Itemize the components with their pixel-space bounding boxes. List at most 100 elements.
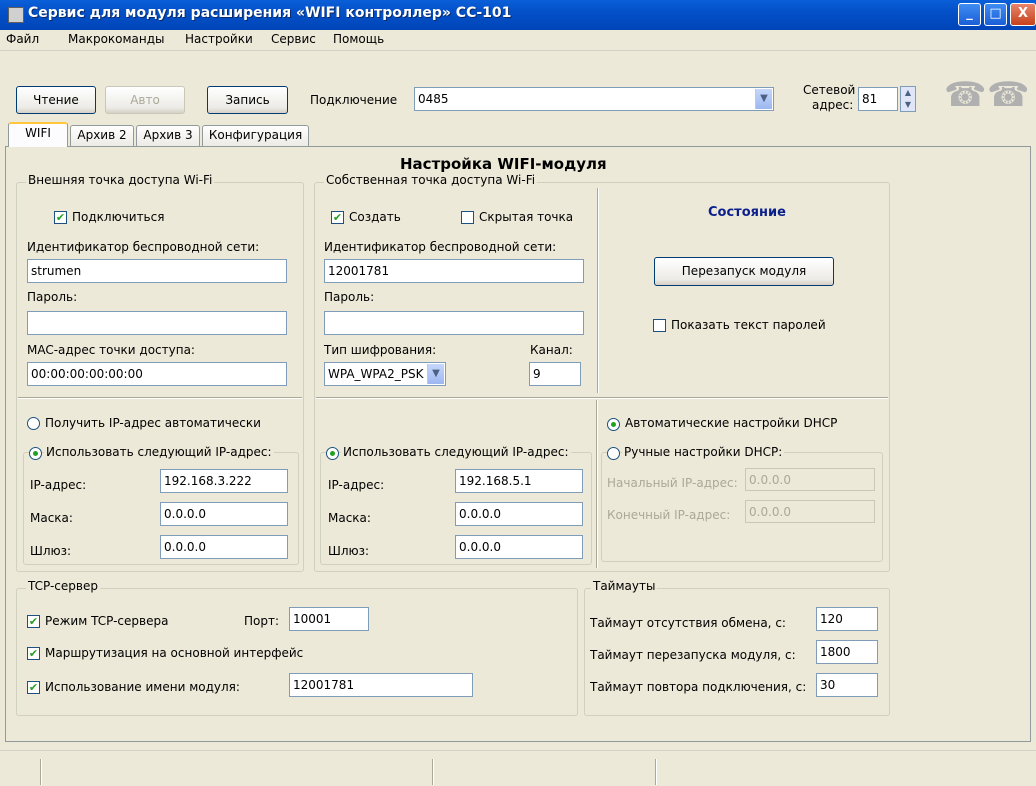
- exchange-timeout-input[interactable]: 120: [816, 607, 878, 631]
- ip-manual-label: Использовать следующий IP-адрес:: [44, 445, 274, 459]
- mac-input[interactable]: 00:00:00:00:00:00: [27, 362, 287, 386]
- phone-icon-2: ☎: [987, 75, 1030, 115]
- module-name-input[interactable]: 12001781: [289, 673, 473, 697]
- auto-button[interactable]: Авто: [105, 86, 185, 114]
- menu-file[interactable]: Файл: [6, 32, 39, 46]
- dhcp-auto-radio[interactable]: [607, 418, 620, 431]
- net-address-label-2: адрес:: [812, 98, 854, 112]
- menu-service[interactable]: Сервис: [271, 32, 316, 46]
- port-label: Порт:: [244, 614, 280, 628]
- ip-auto-label: Получить IP-адрес автоматически: [45, 416, 261, 430]
- tab-archive-2[interactable]: Архив 2: [70, 125, 134, 146]
- status-separator: [40, 759, 42, 785]
- own-ssid-label: Идентификатор беспроводной сети:: [324, 240, 557, 254]
- phone-icon: ☎: [944, 75, 987, 115]
- dhcp-start-label: Начальный IP-адрес:: [607, 476, 738, 490]
- separator: [18, 397, 302, 399]
- restart-timeout-input[interactable]: 1800: [816, 640, 878, 664]
- status-bar: [0, 750, 1036, 786]
- hidden-label: Скрытая точка: [479, 210, 574, 224]
- ext-mask-input[interactable]: 0.0.0.0: [160, 502, 288, 526]
- maximize-button[interactable]: □: [984, 3, 1007, 26]
- status-button[interactable]: Состояние: [708, 205, 786, 220]
- encryption-value: WPA_WPA2_PSK: [328, 367, 424, 381]
- read-button[interactable]: Чтение: [16, 86, 96, 114]
- own-password-label: Пароль:: [324, 290, 375, 304]
- restart-module-button[interactable]: Перезапуск модуля: [654, 257, 834, 286]
- ext-gateway-input[interactable]: 0.0.0.0: [160, 535, 288, 559]
- minimize-button[interactable]: _: [958, 3, 981, 26]
- chevron-down-icon[interactable]: ▼: [427, 364, 444, 384]
- window-title: Сервис для модуля расширения «WIFI контр…: [28, 5, 512, 21]
- create-checkbox[interactable]: ✔: [331, 211, 344, 224]
- dhcp-manual-label: Ручные настройки DHCP:: [622, 445, 785, 459]
- own-ip-manual-label: Использовать следующий IP-адрес:: [341, 445, 571, 459]
- hidden-checkbox[interactable]: [461, 211, 474, 224]
- separator: [597, 188, 599, 393]
- mac-label: MAC-адрес точки доступа:: [27, 343, 195, 357]
- tab-archive-3[interactable]: Архив 3: [136, 125, 200, 146]
- reconnect-timeout-input[interactable]: 30: [816, 673, 878, 697]
- reconnect-timeout-label: Таймаут повтора подключения, с:: [590, 680, 807, 694]
- tcp-server-legend: TCP-сервер: [26, 579, 100, 593]
- dhcp-auto-label: Автоматические настройки DHCP: [625, 416, 838, 430]
- show-passwords-checkbox[interactable]: [653, 319, 666, 332]
- title-bar[interactable]: Сервис для модуля расширения «WIFI контр…: [0, 0, 1036, 30]
- tcp-server-mode-label: Режим TCP-сервера: [45, 614, 169, 628]
- own-ssid-input[interactable]: 12001781: [324, 259, 584, 283]
- ext-password-label: Пароль:: [27, 290, 78, 304]
- tcp-server-mode-checkbox[interactable]: ✔: [27, 615, 40, 628]
- ext-ssid-label: Идентификатор беспроводной сети:: [27, 240, 260, 254]
- ext-ip-input[interactable]: 192.168.3.222: [160, 469, 288, 493]
- connect-checkbox[interactable]: ✔: [54, 211, 67, 224]
- write-button[interactable]: Запись: [207, 86, 288, 114]
- port-input[interactable]: 10001: [289, 607, 369, 631]
- app-icon: [8, 7, 24, 23]
- dhcp-end-label: Конечный IP-адрес:: [607, 508, 731, 522]
- dhcp-end-input[interactable]: 0.0.0.0: [745, 500, 875, 523]
- net-address-spinner[interactable]: ▲ ▼: [900, 86, 916, 112]
- tab-configuration[interactable]: Конфигурация: [202, 125, 309, 146]
- chevron-down-icon[interactable]: ▼: [755, 89, 772, 109]
- own-mask-input[interactable]: 0.0.0.0: [455, 502, 583, 526]
- ext-gateway-label: Шлюз:: [30, 544, 72, 558]
- net-address-label: Сетевой: [803, 83, 856, 97]
- menu-settings[interactable]: Настройки: [185, 32, 253, 46]
- encryption-select[interactable]: WPA_WPA2_PSK ▼: [324, 362, 446, 386]
- ext-password-input[interactable]: [27, 311, 287, 335]
- own-password-input[interactable]: [324, 311, 584, 335]
- external-ap-legend: Внешняя точка доступа Wi-Fi: [26, 173, 215, 187]
- menu-bar: Файл Макрокоманды Настройки Сервис Помощ…: [0, 30, 1036, 51]
- menu-help[interactable]: Помощь: [333, 32, 384, 46]
- ip-auto-radio[interactable]: [27, 417, 40, 430]
- ext-ssid-input[interactable]: strumen: [27, 259, 287, 283]
- tab-wifi[interactable]: WIFI: [8, 122, 68, 147]
- connect-label: Подключиться: [72, 210, 165, 224]
- own-gateway-input[interactable]: 0.0.0.0: [455, 535, 583, 559]
- ip-manual-radio[interactable]: [29, 447, 42, 460]
- show-passwords-label: Показать текст паролей: [671, 318, 826, 332]
- own-ip-input[interactable]: 192.168.5.1: [455, 469, 583, 493]
- separator: [596, 400, 598, 568]
- own-mask-label: Маска:: [328, 511, 371, 525]
- timeouts-legend: Таймауты: [591, 579, 658, 593]
- connection-label: Подключение: [310, 93, 398, 107]
- separator: [316, 397, 888, 399]
- close-button[interactable]: X: [1010, 3, 1036, 26]
- channel-input[interactable]: 9: [529, 362, 581, 386]
- menu-macros[interactable]: Макрокоманды: [68, 32, 165, 46]
- connection-select[interactable]: 0485 ▼: [414, 87, 774, 111]
- dhcp-start-input[interactable]: 0.0.0.0: [745, 468, 875, 491]
- ext-mask-label: Маска:: [30, 511, 73, 525]
- status-separator: [655, 759, 657, 785]
- own-ap-legend: Собственная точка доступа Wi-Fi: [324, 173, 538, 187]
- restart-timeout-label: Таймаут перезапуска модуля, с:: [590, 648, 796, 662]
- own-ip-manual-radio[interactable]: [326, 447, 339, 460]
- dhcp-manual-radio[interactable]: [607, 447, 620, 460]
- use-name-checkbox[interactable]: ✔: [27, 681, 40, 694]
- status-separator: [432, 759, 434, 785]
- create-label: Создать: [349, 210, 401, 224]
- exchange-timeout-label: Таймаут отсутствия обмена, с:: [590, 616, 786, 630]
- routing-checkbox[interactable]: ✔: [27, 647, 40, 660]
- net-address-input[interactable]: 81: [858, 87, 898, 111]
